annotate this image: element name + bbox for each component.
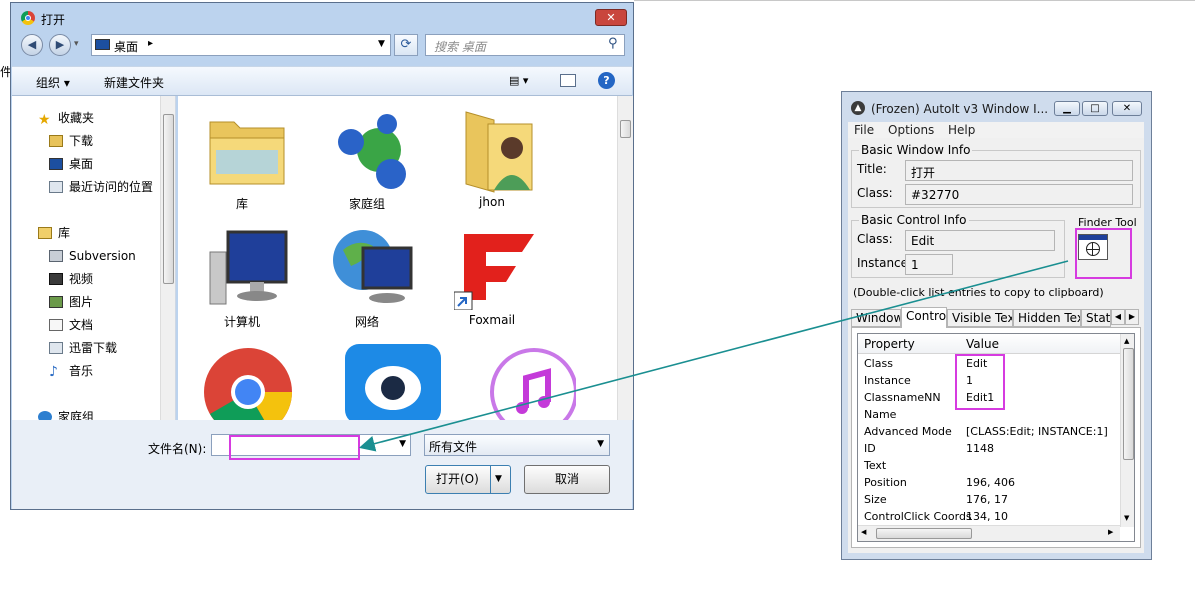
annotation-arrow	[358, 260, 1069, 452]
annotation-arrow-line	[358, 260, 1069, 452]
tab-control[interactable]: Control	[901, 307, 947, 328]
